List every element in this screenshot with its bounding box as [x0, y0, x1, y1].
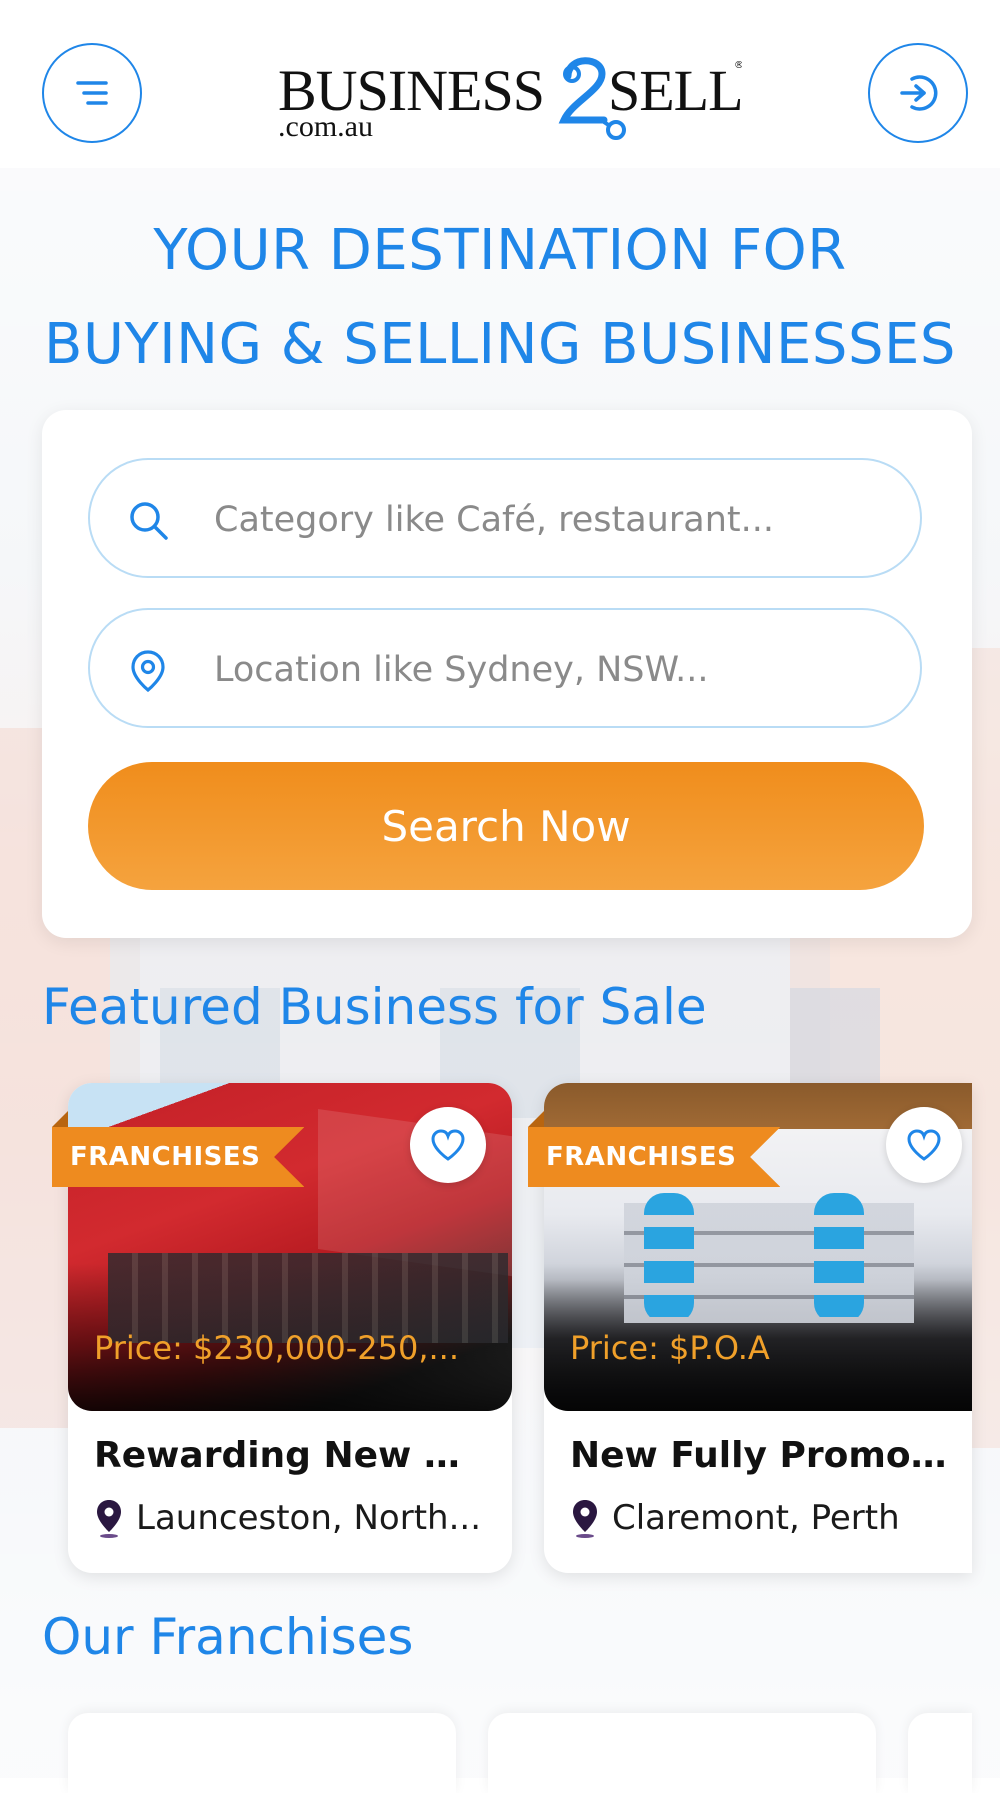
listing-location: Claremont, Perth	[570, 1493, 970, 1543]
category-badge: FRANCHISES	[528, 1127, 781, 1187]
listing-location-text: Launceston, North...	[136, 1498, 482, 1538]
listing-card[interactable]: Price: $P.O.A FRANCHISES New Fully Promo…	[528, 1083, 972, 1573]
listing-location-text: Claremont, Perth	[612, 1498, 900, 1538]
listing-title[interactable]: New Fully Promote...	[570, 1435, 960, 1476]
franchise-card[interactable]	[68, 1713, 456, 1793]
featured-section-title: Featured Business for Sale	[42, 978, 707, 1036]
hero-title-line-2: BUYING & SELLING BUSINESSES	[44, 312, 956, 377]
top-header: BUSINESS SELL ® .com.au	[0, 0, 1000, 168]
favorite-button[interactable]	[410, 1107, 486, 1183]
logo-mark: BUSINESS SELL ® .com.au	[278, 57, 744, 143]
menu-button[interactable]	[42, 43, 142, 143]
category-field[interactable]	[88, 458, 922, 578]
listing-price: Price: $230,000-250,...	[94, 1329, 460, 1367]
listing-price: Price: $P.O.A	[570, 1329, 770, 1367]
svg-text:SELL: SELL	[608, 58, 742, 123]
map-pin-icon	[97, 1500, 121, 1538]
heart-icon	[431, 1129, 465, 1161]
favorite-button[interactable]	[886, 1107, 962, 1183]
image-detail	[814, 1193, 864, 1323]
location-field[interactable]	[88, 608, 922, 728]
category-input[interactable]	[212, 490, 896, 550]
search-card: Search Now	[42, 410, 972, 938]
listing-card[interactable]: Price: $230,000-250,... FRANCHISES Rewar…	[52, 1083, 512, 1573]
franchise-card[interactable]	[488, 1713, 876, 1793]
search-icon	[130, 502, 168, 540]
listing-title[interactable]: Rewarding New Sig...	[94, 1435, 484, 1476]
franchise-card[interactable]	[908, 1713, 972, 1793]
svg-text:.com.au: .com.au	[278, 110, 373, 143]
sign-in-icon	[900, 75, 938, 111]
category-badge: FRANCHISES	[52, 1127, 305, 1187]
login-button[interactable]	[868, 43, 968, 143]
menu-lines-icon	[76, 81, 108, 105]
location-pin-icon	[131, 650, 165, 692]
map-pin-icon	[573, 1500, 597, 1538]
hero-title-line-1: YOUR DESTINATION FOR	[153, 218, 847, 283]
image-detail	[644, 1193, 694, 1323]
hero-title: YOUR DESTINATION FOR BUYING & SELLING BU…	[0, 204, 1000, 392]
franchises-section-title: Our Franchises	[42, 1608, 414, 1666]
search-now-button[interactable]: Search Now	[88, 762, 924, 890]
site-logo[interactable]: BUSINESS SELL ® .com.au	[272, 50, 744, 146]
location-input[interactable]	[212, 640, 896, 700]
listing-location: Launceston, North...	[94, 1493, 494, 1543]
heart-icon	[907, 1129, 941, 1161]
svg-text:®: ®	[734, 60, 742, 71]
